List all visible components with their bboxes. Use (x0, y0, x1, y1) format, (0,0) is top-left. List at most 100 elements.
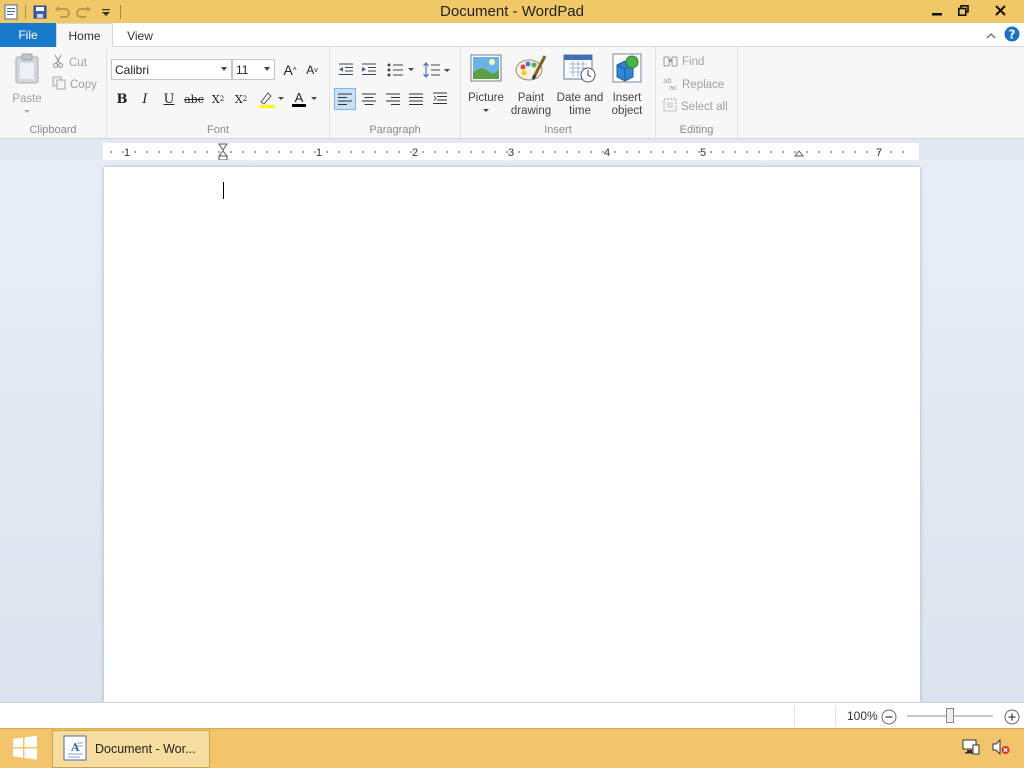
font-group: Calibri 11 A ^ Av B I U abc X2 X2 A Font (107, 47, 330, 139)
insert-object-label-line1: Insert (612, 92, 642, 104)
font-family-select[interactable]: Calibri (111, 59, 232, 80)
editing-group: Find ab ac Replace Select all Editing (656, 47, 738, 139)
cut-label: Cut (69, 56, 87, 69)
zoom-out-icon[interactable] (881, 709, 897, 728)
ruler-numbers: 1 1 2 3 4 5 7 (124, 147, 882, 159)
first-line-indent-marker[interactable] (218, 143, 228, 151)
status-separator (794, 706, 795, 726)
ribbon-tab-controls: ? (986, 26, 1020, 45)
ribbon: Paste Cut Copy Clipboard Calibri 11 A ^ A… (0, 47, 1024, 139)
redo-icon[interactable] (73, 1, 95, 23)
paste-icon (13, 53, 41, 89)
find-label: Find (682, 56, 705, 68)
line-spacing-icon[interactable] (422, 59, 452, 81)
ruler-number: 7 (876, 147, 882, 159)
bullets-icon[interactable] (386, 59, 416, 81)
picture-button[interactable]: Picture (465, 53, 507, 112)
picture-dropdown-icon (483, 109, 489, 112)
paint-drawing-button[interactable]: Paint drawing (509, 53, 553, 118)
select-all-label: Select all (681, 100, 728, 113)
taskbar: A Document - Wor... (0, 728, 1024, 768)
insert-object-button[interactable]: Insert object (607, 53, 647, 118)
copy-button[interactable]: Copy (52, 76, 97, 93)
ruler-number: 5 (700, 147, 706, 159)
start-button[interactable] (0, 729, 50, 768)
tab-file[interactable]: File (0, 23, 56, 47)
volume-muted-icon[interactable] (992, 738, 1010, 758)
insert-group: Picture Paint drawing Date and time Inse… (461, 47, 656, 139)
chevron-down-icon (264, 67, 270, 71)
paint-drawing-label-line2: drawing (510, 105, 552, 117)
replace-icon: ab ac (663, 76, 678, 93)
clipboard-group: Paste Cut Copy Clipboard (0, 47, 107, 139)
ruler-number: 4 (604, 147, 610, 159)
ruler-number: 3 (508, 147, 514, 159)
font-group-label: Font (206, 124, 229, 136)
document-area (0, 160, 1024, 702)
grow-font-icon[interactable]: A ^ (279, 59, 301, 81)
underline-icon[interactable]: U (158, 88, 180, 110)
align-left-icon[interactable] (334, 88, 356, 110)
taskbar-item-label: Document - Wor... (95, 742, 196, 756)
align-right-icon[interactable] (382, 88, 404, 110)
zoom-slider-thumb[interactable] (946, 708, 954, 723)
window-controls (924, 0, 1024, 21)
bold-icon[interactable]: B (111, 88, 133, 110)
ruler-number: 2 (412, 147, 418, 159)
justify-icon[interactable] (405, 88, 427, 110)
increase-indent-icon[interactable] (358, 59, 380, 81)
decrease-indent-icon[interactable] (335, 59, 357, 81)
wordpad-app-icon: A (63, 735, 87, 764)
help-icon[interactable]: ? (1004, 26, 1020, 45)
customize-qat-icon[interactable] (95, 1, 117, 23)
tab-view[interactable]: View (116, 23, 164, 48)
taskbar-item-wordpad[interactable]: A Document - Wor... (52, 730, 210, 768)
window-title: Document - WordPad (440, 3, 584, 20)
paste-button[interactable]: Paste (8, 53, 46, 113)
editing-group-label: Editing (679, 124, 714, 136)
save-icon[interactable] (29, 1, 51, 23)
quick-access-toolbar (0, 0, 124, 23)
document-page[interactable] (104, 167, 920, 702)
paste-label: Paste (12, 93, 42, 105)
subscript-icon[interactable]: X2 (207, 88, 229, 110)
cut-button[interactable]: Cut (52, 54, 87, 71)
select-all-button[interactable]: Select all (663, 98, 728, 115)
clipboard-group-label: Clipboard (29, 124, 77, 136)
font-color-icon[interactable]: A (289, 88, 319, 110)
svg-text:A: A (295, 90, 304, 105)
close-icon[interactable] (976, 0, 1024, 21)
find-icon (663, 54, 678, 70)
date-time-label-line1: Date and (556, 92, 604, 104)
font-size-select[interactable]: 11 (232, 59, 275, 80)
italic-icon[interactable]: I (134, 88, 156, 110)
chevron-down-icon (221, 67, 227, 71)
svg-text:ac: ac (669, 84, 677, 90)
left-indent-marker[interactable] (217, 150, 229, 161)
strikethrough-icon[interactable]: abc (182, 88, 206, 110)
copy-icon (52, 76, 66, 93)
highlight-icon[interactable] (256, 88, 286, 110)
date-time-button[interactable]: Date and time (555, 53, 605, 118)
wordpad-app-icon[interactable] (0, 1, 22, 23)
picture-icon (470, 53, 502, 87)
superscript-icon[interactable]: X2 (230, 88, 252, 110)
shrink-font-icon[interactable]: Av (301, 59, 323, 81)
ribbon-collapse-icon[interactable] (986, 29, 996, 43)
network-icon[interactable] (962, 739, 980, 758)
restore-icon[interactable] (950, 0, 976, 21)
replace-button[interactable]: ab ac Replace (663, 76, 724, 93)
undo-icon[interactable] (51, 1, 73, 23)
tab-home[interactable]: Home (56, 23, 113, 48)
zoom-in-icon[interactable] (1004, 709, 1020, 728)
paragraph-group-label: Paragraph (369, 124, 421, 136)
paragraph-icon[interactable] (429, 88, 451, 110)
paste-dropdown-icon (24, 110, 30, 113)
title-bar: Document - WordPad (0, 0, 1024, 23)
right-indent-marker[interactable] (793, 150, 805, 157)
ruler[interactable]: 1 1 2 3 4 5 7 (103, 143, 919, 161)
find-button[interactable]: Find (663, 54, 704, 70)
align-center-icon[interactable] (358, 88, 380, 110)
minimize-icon[interactable] (924, 0, 950, 21)
replace-label: Replace (682, 78, 725, 91)
